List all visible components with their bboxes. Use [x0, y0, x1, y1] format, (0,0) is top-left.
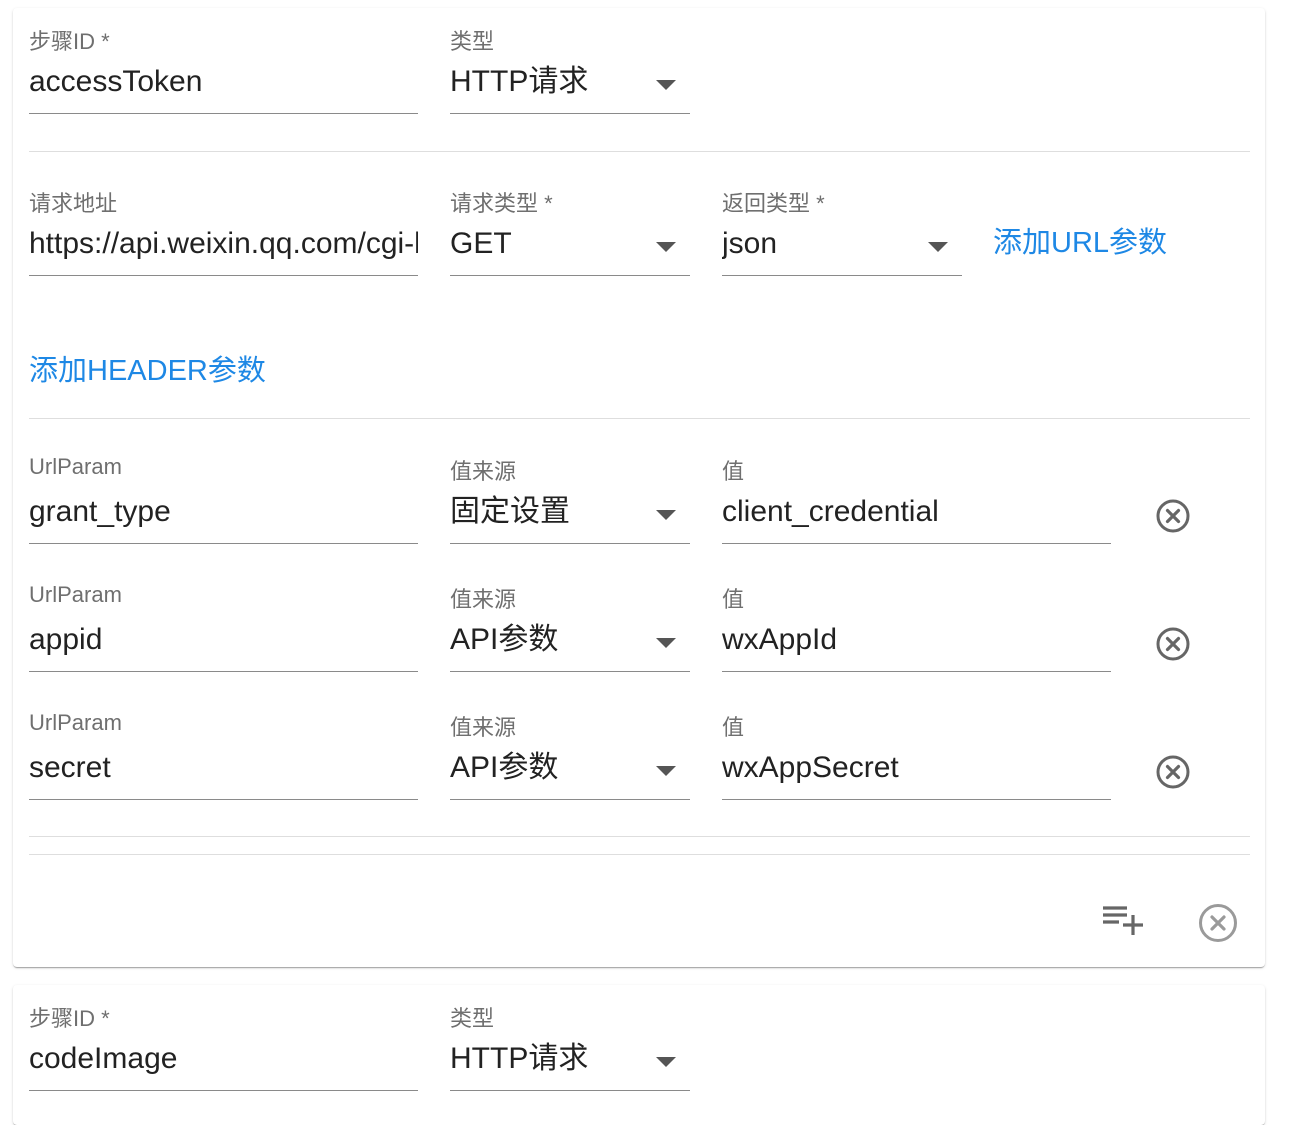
caret-down-icon	[656, 638, 676, 648]
url-param-name-field[interactable]: UrlParam grant_type	[29, 454, 418, 549]
caret-down-icon	[656, 510, 676, 520]
request-method-select[interactable]: 请求类型 * GET	[450, 186, 690, 281]
type-label: 类型	[450, 1006, 495, 1031]
cancel-circle-icon[interactable]	[1156, 755, 1190, 789]
url-param-name-input[interactable]: appid	[29, 622, 418, 658]
cancel-circle-icon[interactable]	[1198, 903, 1238, 943]
step-id-field[interactable]: 步骤ID * codeImage	[29, 1001, 418, 1096]
value-source-select[interactable]: 值来源 API参数	[450, 582, 690, 677]
step-id-label: 步骤ID *	[29, 1006, 110, 1031]
divider	[29, 854, 1250, 855]
request-url-field[interactable]: 请求地址 https://api.weixin.qq.com/cgi-bin/t…	[29, 186, 418, 281]
step-card-code-image: 步骤ID * codeImage 类型 HTTP请求	[13, 985, 1265, 1125]
caret-down-icon	[656, 1057, 676, 1067]
response-type-select[interactable]: 返回类型 * json	[722, 186, 962, 281]
request-url-input[interactable]: https://api.weixin.qq.com/cgi-bin/token	[29, 226, 418, 262]
value-source-label: 值来源	[450, 587, 517, 612]
request-method-label: 请求类型 *	[450, 191, 553, 216]
url-param-label: UrlParam	[29, 582, 122, 607]
caret-down-icon	[928, 242, 948, 252]
response-type-value[interactable]: json	[722, 226, 962, 262]
url-param-label: UrlParam	[29, 454, 122, 479]
type-select[interactable]: 类型 HTTP请求	[450, 1001, 690, 1096]
caret-down-icon	[656, 242, 676, 252]
caret-down-icon	[656, 80, 676, 90]
request-url-label: 请求地址	[29, 191, 118, 216]
step-card-access-token: 步骤ID * accessToken 类型 HTTP请求 请求地址 https:…	[13, 8, 1265, 967]
param-value-input[interactable]: wxAppId	[722, 622, 1111, 658]
param-value-input[interactable]: wxAppSecret	[722, 750, 1111, 786]
divider	[29, 151, 1250, 152]
url-param-name-field[interactable]: UrlParam appid	[29, 582, 418, 677]
value-source-label: 值来源	[450, 459, 517, 484]
param-value-label: 值	[722, 715, 745, 740]
response-type-label: 返回类型 *	[722, 191, 825, 216]
type-select[interactable]: 类型 HTTP请求	[450, 24, 690, 119]
step-id-field[interactable]: 步骤ID * accessToken	[29, 24, 418, 119]
playlist-add-icon[interactable]	[1101, 903, 1143, 937]
step-id-label: 步骤ID *	[29, 29, 110, 54]
type-value[interactable]: HTTP请求	[450, 64, 690, 100]
param-value-field[interactable]: 值 client_credential	[722, 454, 1111, 549]
url-param-label: UrlParam	[29, 710, 122, 735]
value-source-value[interactable]: 固定设置	[450, 494, 690, 530]
param-value-field[interactable]: 值 wxAppSecret	[722, 710, 1111, 805]
step-id-input[interactable]: codeImage	[29, 1041, 418, 1077]
add-header-param-button[interactable]: 添加HEADER参数	[29, 347, 266, 389]
param-value-label: 值	[722, 459, 745, 484]
value-source-select[interactable]: 值来源 固定设置	[450, 454, 690, 549]
value-source-select[interactable]: 值来源 API参数	[450, 710, 690, 805]
step-id-input[interactable]: accessToken	[29, 64, 418, 100]
value-source-value[interactable]: API参数	[450, 750, 690, 786]
url-param-name-input[interactable]: grant_type	[29, 494, 418, 530]
value-source-value[interactable]: API参数	[450, 622, 690, 658]
url-param-name-input[interactable]: secret	[29, 750, 418, 786]
value-source-label: 值来源	[450, 715, 517, 740]
cancel-circle-icon[interactable]	[1156, 499, 1190, 533]
type-value[interactable]: HTTP请求	[450, 1041, 690, 1077]
param-value-input[interactable]: client_credential	[722, 494, 1111, 530]
caret-down-icon	[656, 766, 676, 776]
add-url-param-button[interactable]: 添加URL参数	[993, 219, 1167, 261]
param-value-label: 值	[722, 587, 745, 612]
type-label: 类型	[450, 29, 495, 54]
url-param-name-field[interactable]: UrlParam secret	[29, 710, 418, 805]
divider	[29, 836, 1250, 837]
cancel-circle-icon[interactable]	[1156, 627, 1190, 661]
divider	[29, 418, 1250, 419]
param-value-field[interactable]: 值 wxAppId	[722, 582, 1111, 677]
request-method-value[interactable]: GET	[450, 226, 690, 262]
